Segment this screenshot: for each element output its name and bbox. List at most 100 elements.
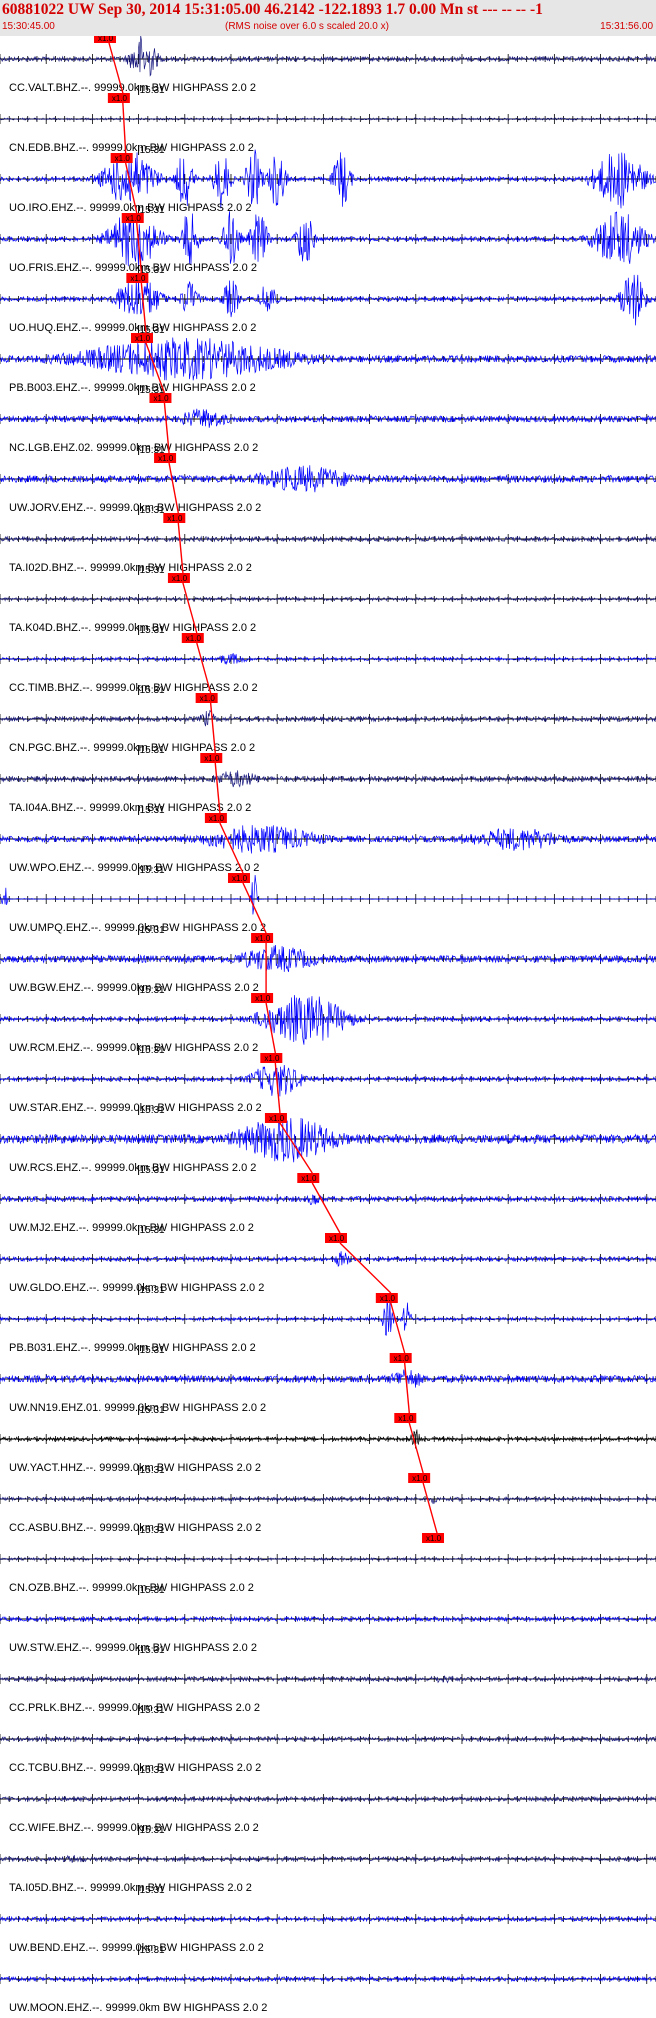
seismogram-panel: 15:31CC.VALT.BHZ.--. 99999.0km BW HIGHPA… — [0, 36, 656, 2014]
station-trace: 15:31 UW.WPO.EHZ.--. 99999.0km BW HIGHPAS… — [0, 805, 656, 874]
minute-tick-label: 15:31 — [140, 1225, 165, 1236]
end-time: 15:31:56.00 — [600, 21, 653, 32]
pick-label: x1.0 — [158, 454, 174, 463]
minute-tick-label: 15:31 — [140, 1165, 165, 1176]
pick-label: x1.0 — [255, 994, 271, 1003]
moveout-line — [339, 1242, 392, 1294]
station-label: CC.TCBU.BHZ.--. 99999.0km BW HIGHPASS 2.… — [9, 1762, 261, 1774]
pick-label: x1.0 — [135, 334, 151, 343]
minute-tick-label: 15:31 — [140, 985, 165, 996]
minute-tick-label: 15:31 — [140, 745, 165, 756]
station-label: UO.FRIS.EHZ.--. 99999.0km BW HIGHPASS 2.… — [9, 262, 257, 274]
station-trace: 15:31 UO.IRO.EHZ.--. 99999.0km BW HIGHPAS… — [0, 145, 656, 214]
station-trace: 15:31CC.VALT.BHZ.--. 99999.0km BW HIGHPA… — [0, 36, 656, 94]
minute-tick-label: 15:31 — [140, 1945, 165, 1956]
pick-label: x1.0 — [398, 1414, 414, 1423]
waveform — [0, 945, 656, 972]
station-label: UW.RCS.EHZ.--. 99999.0km BW HIGHPASS 2.0… — [9, 1162, 256, 1174]
station-label: UW.UMPQ.EHZ.--. 99999.0km BW HIGHPASS 2.… — [9, 922, 266, 934]
station-label: UO.HUQ.EHZ.--. 99999.0km BW HIGHPASS 2.0… — [9, 322, 256, 334]
station-label: UW.GLDO.EHZ.--. 99999.0km BW HIGHPASS 2.… — [9, 1282, 264, 1294]
station-trace: 15:31UW.STW.EHZ.--. 99999.0km BW HIGHPAS… — [0, 1585, 656, 1654]
minute-tick-label: 15:31 — [140, 1285, 165, 1296]
station-trace: 15:31TA.I02D.BHZ.--. 99999.0km BW HIGHPA… — [0, 505, 656, 574]
pick-label: x1.0 — [200, 694, 216, 703]
station-label: TA.I05D.BHZ.--. 99999.0km BW HIGHPASS 2.… — [9, 1882, 252, 1894]
minute-tick-label: 15:31 — [140, 805, 165, 816]
waveform — [0, 211, 656, 268]
minute-tick-label: 15:31 — [140, 1405, 165, 1416]
waveform — [0, 1194, 656, 1205]
minute-tick-label: 15:31 — [140, 145, 165, 156]
pick-label: x1.0 — [269, 1114, 285, 1123]
station-trace: 15:31UW.JORV.EHZ.--. 99999.0km BW HIGHPA… — [0, 445, 656, 514]
start-time: 15:30:45.00 — [2, 21, 55, 32]
station-trace: 15:31CC.ASBU.BHZ.--. 99999.0km BW HIGHPA… — [0, 1465, 656, 1534]
station-trace: 15:31UO.FRIS.EHZ.--. 99999.0km BW HIGHPA… — [0, 205, 656, 274]
pick-label: x1.0 — [186, 634, 202, 643]
waveform — [0, 1495, 656, 1505]
pick-label: x1.0 — [204, 754, 220, 763]
minute-tick-label: 15:31 — [140, 925, 165, 936]
station-label: UW.NN19.EHZ.01. 99999.0km BW HIGHPASS 2.… — [9, 1402, 266, 1414]
pick-label: x1.0 — [172, 574, 188, 583]
station-trace: 15:31 UW.MOON.EHZ.--. 99999.0km BW HIGHPA… — [0, 1945, 656, 2014]
station-label: CC.ASBU.BHZ.--. 99999.0km BW HIGHPASS 2.… — [9, 1522, 261, 1534]
station-label: UW.WPO.EHZ.--. 99999.0km BW HIGHPASS 2.0… — [9, 862, 259, 874]
pick-label: x1.0 — [394, 1354, 410, 1363]
station-trace: 15:31CC.TIMB.BHZ.--. 99999.0km BW HIGHPA… — [0, 625, 656, 694]
moveout-line — [403, 1362, 410, 1414]
minute-tick-label: 15:31 — [140, 1525, 165, 1536]
station-trace: 15:31UW.STAR.EHZ.--. 99999.0km BW HIGHPA… — [0, 1045, 656, 1114]
station-label: CC.VALT.BHZ.--. 99999.0km BW HIGHPASS 2.… — [9, 82, 256, 94]
pick-label: x1.0 — [126, 214, 142, 223]
station-trace: 15:31CN.PGC.BHZ.--. 99999.0km BW HIGHPAS… — [0, 685, 656, 754]
station-label: CC.PRLK.BHZ.--. 99999.0km BW HIGHPASS 2.… — [9, 1702, 260, 1714]
station-trace: 15:31CC.TCBU.BHZ.--. 99999.0km BW HIGHPA… — [0, 1705, 656, 1774]
rms-note: (RMS noise over 6.0 s scaled 20.0 x) — [225, 21, 389, 32]
minute-tick-label: 15:31 — [140, 565, 165, 576]
station-label: TA.I02D.BHZ.--. 99999.0km BW HIGHPASS 2.… — [9, 562, 252, 574]
pick-label: x1.0 — [329, 1234, 345, 1243]
station-label: CN.PGC.BHZ.--. 99999.0km BW HIGHPASS 2.0… — [9, 742, 255, 754]
station-label: CC.WIFE.BHZ.--. 99999.0km BW HIGHPASS 2.… — [9, 1822, 259, 1834]
station-label: TA.K04D.BHZ.--. 99999.0km BW HIGHPASS 2.… — [9, 622, 256, 634]
station-label: UW.RCM.EHZ.--. 99999.0km BW HIGHPASS 2.0… — [9, 1042, 258, 1054]
station-trace: 15:31UW.GLDO.EHZ.--. 99999.0km BW HIGHPA… — [0, 1225, 656, 1294]
station-label: PB.B031.EHZ.--. 99999.0km BW HIGHPASS 2.… — [9, 1342, 256, 1354]
station-trace: 15:31TA.I04A.BHZ.--. 99999.0km BW HIGHPA… — [0, 745, 656, 814]
station-label: NC.LGB.EHZ.02. 99999.0km BW HIGHPASS 2.0… — [9, 442, 258, 454]
minute-tick-label: 15:31 — [140, 1585, 165, 1596]
waveform — [0, 1064, 656, 1097]
minute-tick-label: 15:31 — [140, 1825, 165, 1836]
station-label: CC.TIMB.BHZ.--. 99999.0km BW HIGHPASS 2.… — [9, 682, 258, 694]
minute-tick-label: 15:31 — [140, 85, 165, 96]
waveform — [0, 1118, 656, 1163]
pick-label: x1.0 — [209, 814, 225, 823]
station-trace: 15:31CC.WIFE.BHZ.--. 99999.0km BW HIGHPA… — [0, 1765, 656, 1834]
station-trace: 15:31UW.NN19.EHZ.01. 99999.0km BW HIGHPA… — [0, 1345, 656, 1414]
station-trace: 15:31NC.LGB.EHZ.02. 99999.0km BW HIGHPAS… — [0, 385, 656, 454]
station-label: CN.EDB.BHZ.--. 99999.0km BW HIGHPASS 2.0… — [9, 142, 254, 154]
minute-tick-label: 15:31 — [140, 1885, 165, 1896]
station-trace: 15:31UW.UMPQ.EHZ.--. 99999.0km BW HIGHPA… — [0, 865, 656, 934]
minute-tick-label: 15:31 — [140, 1345, 165, 1356]
station-trace: 15:31UW.YACT.HHZ.--. 99999.0km BW HIGHPA… — [0, 1405, 656, 1474]
pick-label: x1.0 — [167, 514, 183, 523]
moveout-line — [311, 1182, 341, 1234]
minute-tick-label: 15:31 — [140, 625, 165, 636]
station-label: UW.BEND.EHZ.--. 99999.0km BW HIGHPASS 2.… — [9, 1942, 264, 1954]
station-label: CN.OZB.BHZ.--. 99999.0km BW HIGHPASS 2.0… — [9, 1582, 254, 1594]
pick-label: x1.0 — [232, 874, 248, 883]
station-trace: 15:31 UW.RCM.EHZ.--. 99999.0km BW HIGHPAS… — [0, 985, 656, 1054]
station-trace: 15:31UW.BGW.EHZ.--. 99999.0km BW HIGHPAS… — [0, 925, 656, 994]
waveform — [0, 995, 656, 1045]
pick-label: x1.0 — [112, 94, 128, 103]
station-label: UW.JORV.EHZ.--. 99999.0km BW HIGHPASS 2.… — [9, 502, 261, 514]
minute-tick-label: 15:31 — [140, 685, 165, 696]
minute-tick-label: 15:31 — [140, 1465, 165, 1476]
station-label: UW.MOON.EHZ.--. 99999.0km BW HIGHPASS 2.… — [9, 2002, 267, 2014]
moveout-line — [408, 1422, 424, 1474]
station-trace: 15:31UW.RCS.EHZ.--. 99999.0km BW HIGHPAS… — [0, 1105, 656, 1174]
pick-label: x1.0 — [380, 1294, 396, 1303]
